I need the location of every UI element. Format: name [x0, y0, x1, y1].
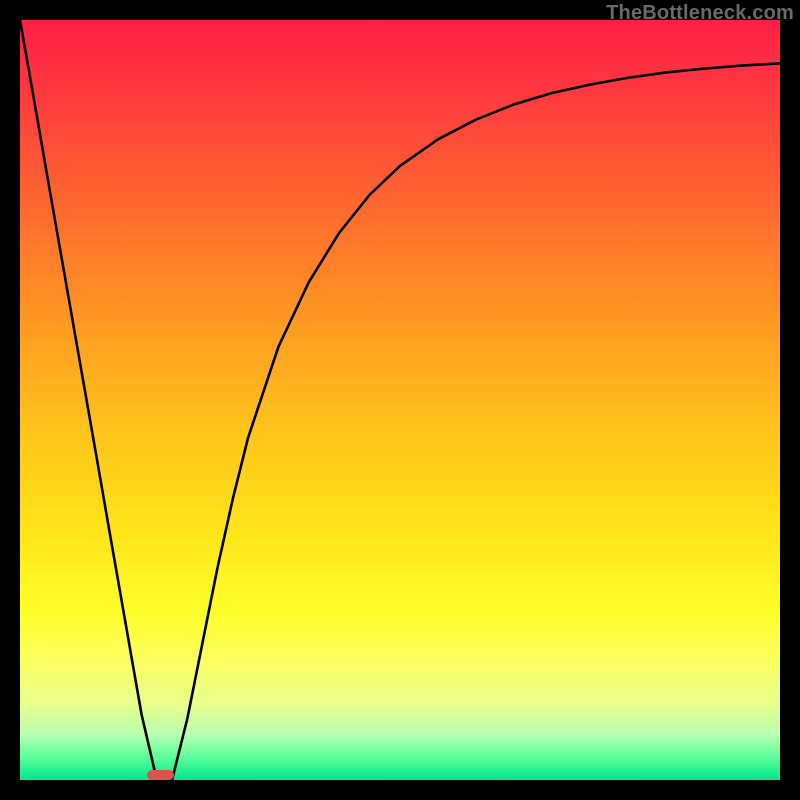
bottleneck-curve — [20, 20, 780, 780]
plot-area — [20, 20, 780, 780]
chart-frame: TheBottleneck.com — [0, 0, 800, 800]
optimum-marker — [147, 770, 174, 780]
